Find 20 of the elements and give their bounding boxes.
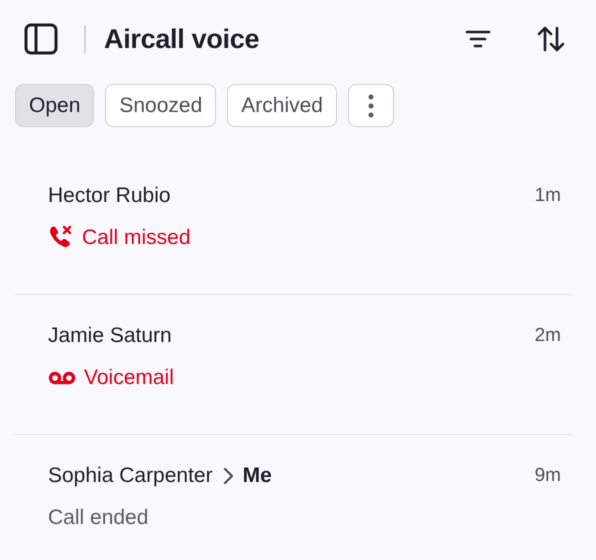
more-icon	[368, 94, 374, 118]
filter-tab[interactable]: Open	[15, 84, 94, 127]
sort-icon	[536, 25, 566, 53]
more-button[interactable]	[348, 84, 394, 127]
contact-name: Hector Rubio	[48, 183, 171, 209]
recipient-name: Me	[242, 463, 272, 489]
call-status: Call missed	[82, 225, 191, 251]
contact-name: Jamie Saturn	[48, 323, 172, 349]
voicemail-icon	[48, 370, 76, 386]
chevron-right-icon	[222, 467, 234, 485]
call-status: Call ended	[48, 505, 148, 531]
filter-tab[interactable]: Snoozed	[105, 84, 216, 127]
call-status: Voicemail	[84, 365, 174, 391]
filter-tab[interactable]: Archived	[227, 84, 337, 127]
call-time: 1m	[534, 184, 561, 208]
page-title: Aircall voice	[104, 22, 260, 56]
call-time: 2m	[534, 324, 561, 348]
sidebar-icon[interactable]	[24, 23, 58, 55]
contact-name: Sophia Carpenter	[48, 463, 213, 489]
call-time: 9m	[534, 464, 561, 488]
